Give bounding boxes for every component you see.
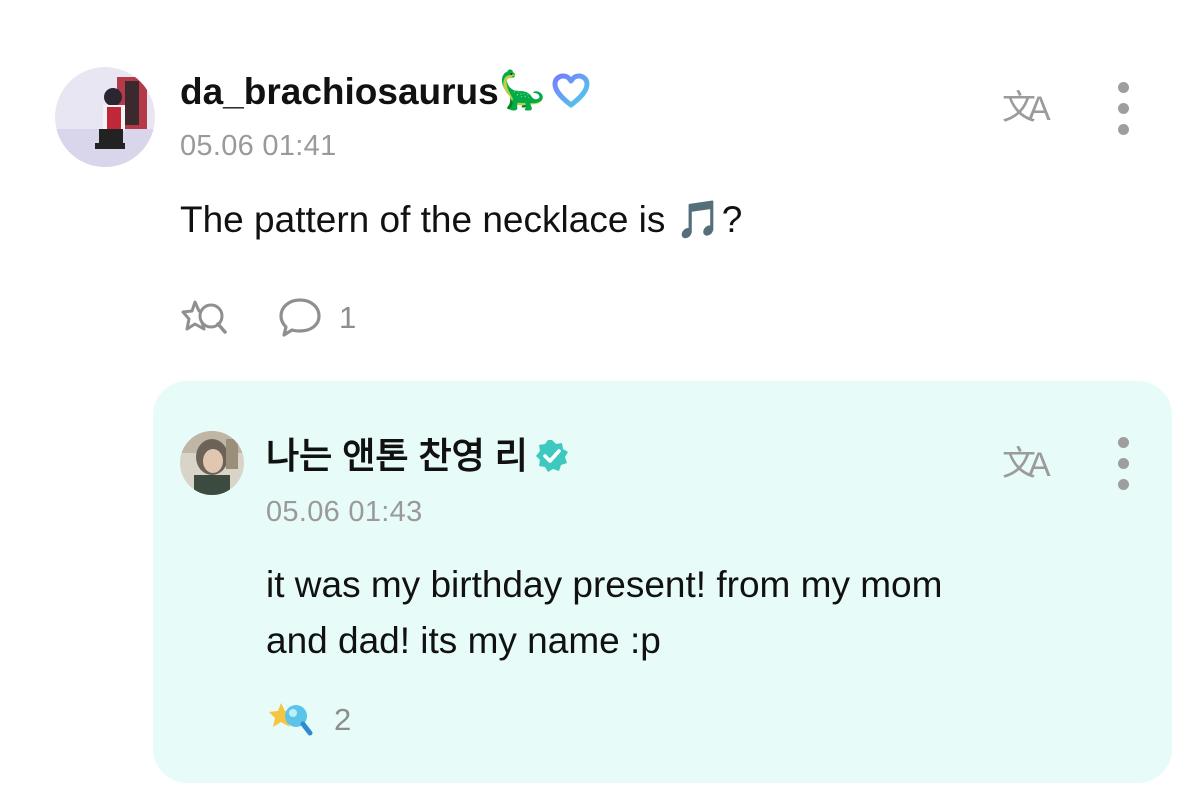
username-emoji: 🦕: [498, 70, 547, 112]
avatar[interactable]: [180, 431, 244, 495]
heart-badge-icon: [552, 73, 590, 109]
translate-icon[interactable]: 文A: [1002, 436, 1051, 485]
reaction-count: 2: [334, 702, 352, 737]
react-icon[interactable]: [180, 296, 230, 336]
more-vertical-icon[interactable]: [1117, 82, 1129, 135]
sparkle-reaction-icon[interactable]: [266, 696, 316, 740]
verified-badge-icon: [534, 438, 570, 474]
comment-timestamp: 05.06 01:41: [180, 130, 337, 162]
more-vertical-icon[interactable]: [1117, 437, 1129, 490]
translate-icon[interactable]: 文A: [1002, 80, 1051, 129]
reply-text-line2: and dad! its my name :p: [266, 620, 661, 661]
reply-text-line1: it was my birthday present! from my mom: [266, 564, 943, 605]
comment-text: The pattern of the necklace is 🎵?: [180, 199, 743, 240]
reply-count: 1: [339, 300, 357, 335]
reply-timestamp: 05.06 01:43: [266, 496, 423, 528]
comment-icon[interactable]: [278, 296, 324, 338]
reply-username[interactable]: 나는 앤톤 찬영 리: [266, 438, 528, 474]
comment-username[interactable]: da_brachiosaurus: [180, 73, 499, 110]
avatar[interactable]: [55, 67, 155, 167]
